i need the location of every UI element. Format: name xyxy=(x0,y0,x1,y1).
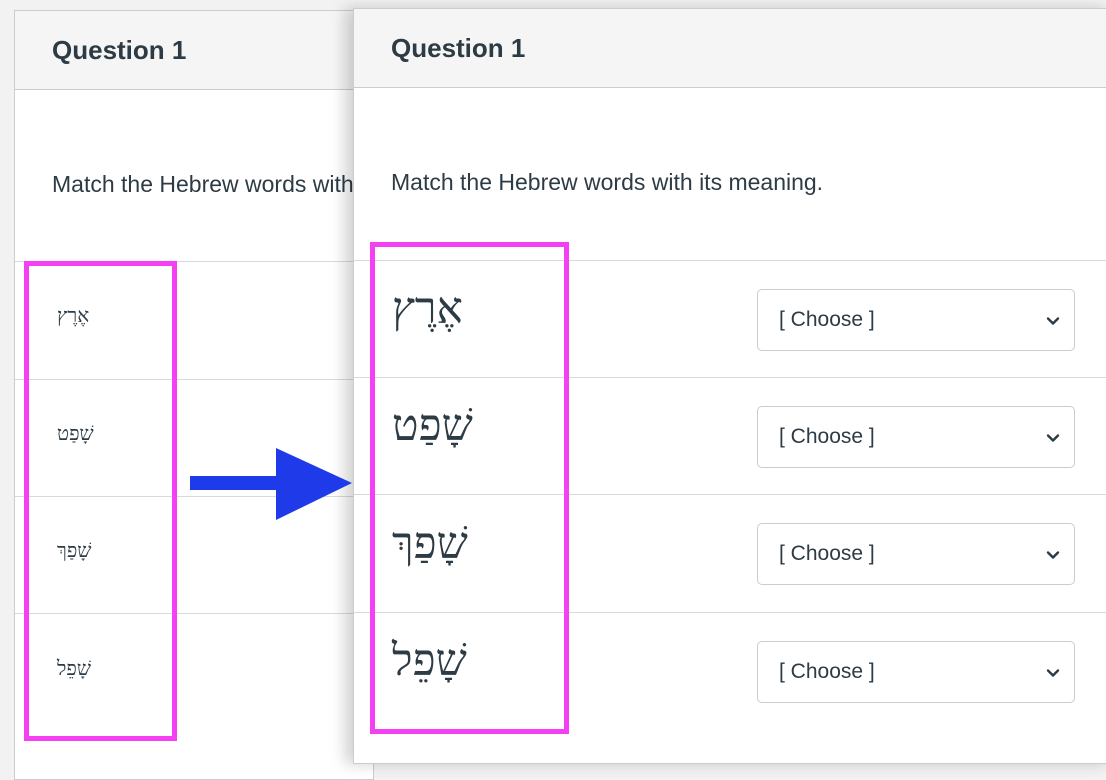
select-value: [ Choose ] xyxy=(779,542,875,565)
chevron-down-icon xyxy=(1046,551,1060,559)
select-value: [ Choose ] xyxy=(779,425,875,448)
select-value: [ Choose ] xyxy=(779,660,875,683)
select-value: [ Choose ] xyxy=(779,308,875,331)
answer-select[interactable]: [ Choose ] xyxy=(757,641,1075,703)
question-title: Question 1 xyxy=(52,35,187,65)
highlight-box-original-words xyxy=(24,261,177,741)
chevron-down-icon xyxy=(1046,669,1060,677)
arrow-right-icon xyxy=(190,448,352,520)
question-title: Question 1 xyxy=(391,33,526,63)
question-header: Question 1 xyxy=(354,9,1106,88)
answer-select[interactable]: [ Choose ] xyxy=(757,289,1075,351)
question-header: Question 1 xyxy=(15,11,373,90)
question-prompt: Match the Hebrew words with its meaning. xyxy=(52,171,373,197)
answer-select[interactable]: [ Choose ] xyxy=(757,523,1075,585)
chevron-down-icon xyxy=(1046,434,1060,442)
chevron-down-icon xyxy=(1046,317,1060,325)
answer-select[interactable]: [ Choose ] xyxy=(757,406,1075,468)
highlight-box-enlarged-words xyxy=(370,242,569,734)
question-prompt: Match the Hebrew words with its meaning. xyxy=(391,169,824,195)
